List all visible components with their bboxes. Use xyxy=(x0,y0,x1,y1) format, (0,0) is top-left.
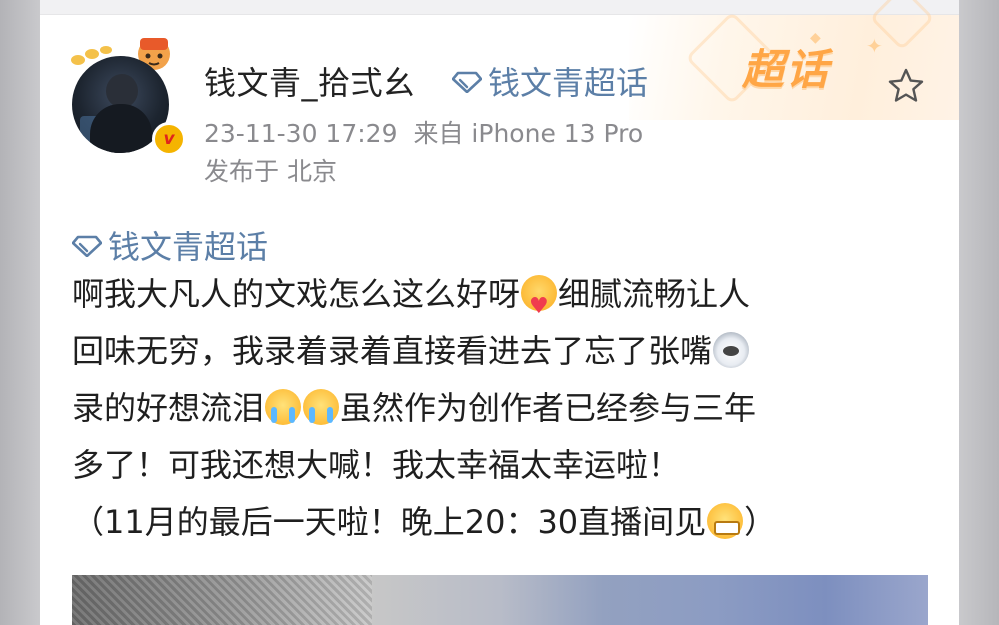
sparkle-icon: ✦ xyxy=(866,34,883,58)
body-super-topic-link[interactable]: 钱文青超话 xyxy=(71,222,269,268)
post-text-line: 多了！可我还想大喊！我太幸福太幸运啦！ xyxy=(72,446,681,484)
post-meta: 23-11-30 17:29 来自 iPhone 13 Pro xyxy=(204,114,643,150)
verified-badge: v xyxy=(152,122,186,156)
post-text-line: 回味无穷，我录着录着直接看进去了忘了张嘴 xyxy=(72,323,922,380)
post-text-line: 啊我大凡人的文戏怎么这么好呀细腻流畅让人 xyxy=(72,266,922,335)
super-topic-link-label: 钱文青超话 xyxy=(488,64,649,102)
post-text: 啊我大凡人的文戏怎么这么好呀细腻流畅让人 回味无穷，我录着录着直接看进去了忘了张… xyxy=(72,266,922,551)
sparkle-icon: ◆ xyxy=(810,30,821,46)
husky-emoji-icon xyxy=(713,332,750,368)
crying-emoji-icon xyxy=(303,389,340,425)
post-text-line: （11月的最后一天啦！晚上20：30直播间见） xyxy=(72,503,777,541)
background-left xyxy=(0,0,40,625)
post-timestamp: 23-11-30 17:29 xyxy=(204,119,398,148)
post-text-line: 录的好想流泪 虽然作为创作者已经参与三年 xyxy=(72,389,757,427)
star-outline-icon xyxy=(888,68,924,102)
diamond-icon xyxy=(71,235,103,258)
post-location: 发布于 北京 xyxy=(204,157,337,186)
previous-card-edge xyxy=(40,0,959,15)
post-image-thumbnail[interactable] xyxy=(72,575,928,625)
diamond-icon xyxy=(451,71,483,94)
background-right xyxy=(959,0,999,625)
weibo-post-card: 超话 ✦ ◆ v 钱文青_拾弍幺 钱文青超话 23-11-30 17:29 来自… xyxy=(40,0,959,625)
post-source: 来自 iPhone 13 Pro xyxy=(413,119,644,148)
body-super-topic-label: 钱文青超话 xyxy=(108,228,269,266)
favorite-button[interactable] xyxy=(886,66,926,106)
love-emoji-icon xyxy=(521,275,558,335)
author-name[interactable]: 钱文青_拾弍幺 xyxy=(204,58,416,104)
super-topic-link[interactable]: 钱文青超话 xyxy=(451,58,649,104)
grin-emoji-icon xyxy=(707,503,744,539)
crying-emoji-icon xyxy=(265,389,302,425)
